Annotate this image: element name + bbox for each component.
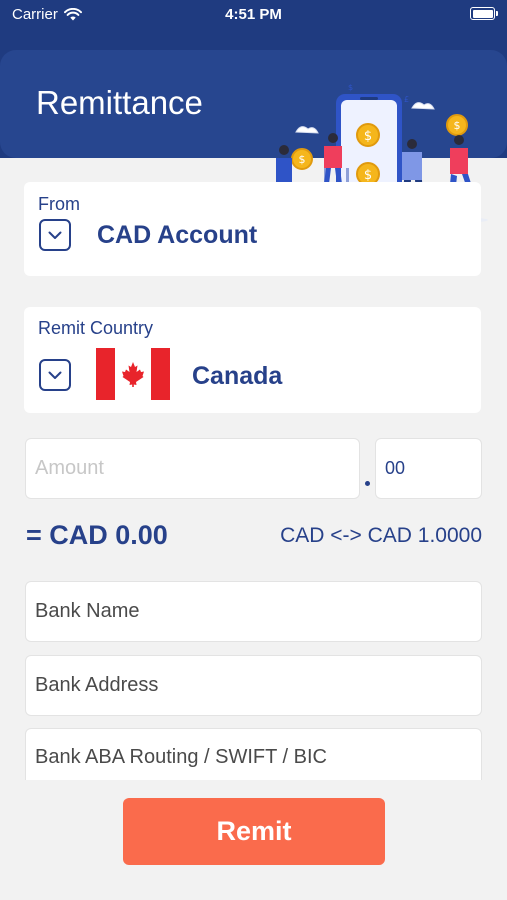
svg-text:$: $ bbox=[454, 119, 461, 132]
amount-decimal-input[interactable] bbox=[385, 458, 481, 479]
svg-text:£: £ bbox=[404, 95, 409, 104]
exchange-rate: CAD <-> CAD 1.0000 bbox=[280, 524, 482, 547]
svg-text:$: $ bbox=[364, 129, 372, 144]
from-account-value: CAD Account bbox=[97, 221, 258, 249]
svg-text:$: $ bbox=[299, 153, 306, 166]
bank-name-input[interactable] bbox=[35, 600, 481, 623]
amount-input[interactable] bbox=[35, 457, 359, 480]
remit-country-value: Canada bbox=[192, 362, 283, 390]
bank-name-field[interactable] bbox=[25, 581, 482, 642]
chevron-down-icon bbox=[48, 231, 62, 239]
page-title: Remittance bbox=[36, 84, 203, 121]
from-account-card[interactable]: From CAD Account bbox=[24, 182, 481, 276]
status-time: 4:51 PM bbox=[225, 6, 282, 23]
converted-amount: = CAD 0.00 bbox=[26, 520, 168, 550]
amount-field[interactable] bbox=[25, 438, 360, 499]
amount-decimal-field[interactable] bbox=[375, 438, 482, 499]
from-label: From bbox=[38, 194, 80, 214]
remit-button[interactable]: Remit bbox=[123, 798, 385, 865]
from-account-dropdown[interactable] bbox=[39, 219, 71, 251]
svg-text:$: $ bbox=[348, 83, 353, 92]
svg-text:$: $ bbox=[364, 168, 372, 183]
remit-country-dropdown[interactable] bbox=[39, 359, 71, 391]
bank-address-field[interactable] bbox=[25, 655, 482, 716]
bank-routing-input[interactable] bbox=[35, 746, 481, 769]
bank-routing-field[interactable] bbox=[25, 728, 482, 780]
battery-icon bbox=[470, 7, 498, 20]
canada-flag-icon bbox=[96, 348, 170, 400]
status-bar: Carrier 4:51 PM bbox=[0, 0, 507, 30]
bank-address-input[interactable] bbox=[35, 674, 481, 697]
decimal-separator bbox=[365, 481, 370, 486]
remit-country-card[interactable]: Remit Country Canada bbox=[24, 307, 481, 413]
chevron-down-icon bbox=[48, 371, 62, 379]
remit-country-label: Remit Country bbox=[38, 318, 154, 338]
